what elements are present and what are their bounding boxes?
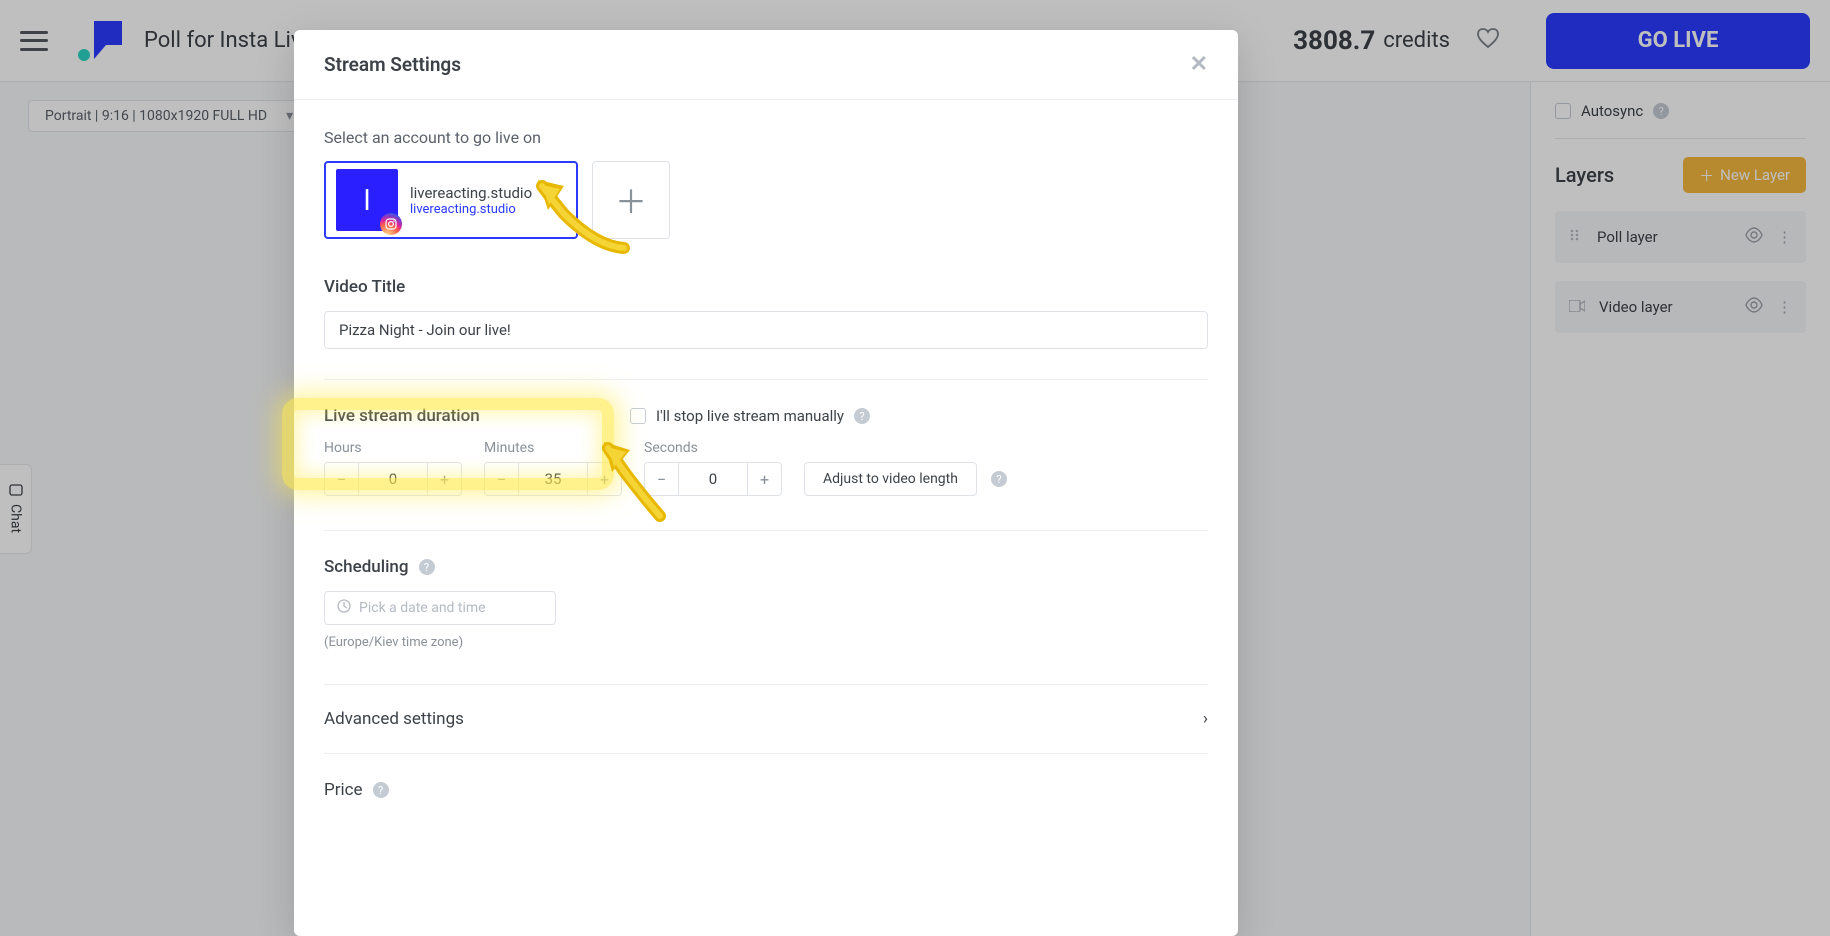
divider [324,379,1208,380]
project-title: Poll for Insta Live [144,28,313,53]
divider [324,530,1208,531]
select-account-label: Select an account to go live on [324,128,1208,147]
credits-value: 3808.7 [1293,26,1375,56]
layer-item-video[interactable]: Video layer ⋮ [1555,281,1806,333]
visibility-icon[interactable] [1745,226,1763,248]
seconds-input[interactable] [679,463,747,495]
minutes-increment[interactable]: + [587,463,621,495]
price-label: Price [324,780,363,800]
stop-manual-label: I'll stop live stream manually [656,407,844,425]
close-icon[interactable]: ✕ [1190,52,1208,77]
layers-heading: Layers [1555,163,1614,187]
date-placeholder: Pick a date and time [359,600,486,616]
help-icon[interactable]: ? [373,782,389,798]
video-title-label: Video Title [324,277,1208,297]
account-avatar: l [336,169,398,231]
adjust-length-button[interactable]: Adjust to video length [804,462,977,496]
layer-name: Video layer [1599,298,1673,316]
add-account-button[interactable]: ＋ [592,161,670,239]
stop-manual-checkbox[interactable] [630,408,646,424]
new-layer-button[interactable]: ＋ New Layer [1683,157,1806,193]
clock-icon [337,599,351,617]
layer-item-poll[interactable]: Poll layer ⋮ [1555,211,1806,263]
app-logo [74,19,126,63]
more-icon[interactable]: ⋮ [1777,228,1792,246]
chat-tab[interactable]: Chat [0,464,32,554]
heart-icon[interactable] [1476,27,1500,55]
avatar-letter: l [364,184,371,217]
layer-name: Poll layer [1597,228,1658,246]
seconds-stepper: − + [644,462,782,496]
visibility-icon[interactable] [1745,296,1763,318]
go-live-button[interactable]: GO LIVE [1546,13,1810,69]
minutes-label: Minutes [484,440,622,456]
autosync-checkbox[interactable] [1555,103,1571,119]
minutes-stepper: − + [484,462,622,496]
help-icon[interactable]: ? [1653,103,1669,119]
account-card[interactable]: l livereacting.studio livereacting.studi… [324,161,578,239]
autosync-row: Autosync ? [1555,102,1806,120]
advanced-settings-row[interactable]: Advanced settings › [324,684,1208,754]
divider [1555,138,1806,139]
date-picker[interactable]: Pick a date and time [324,591,556,625]
drag-icon [1569,228,1583,246]
instagram-badge-icon [380,213,402,235]
menu-icon[interactable] [20,31,48,51]
format-selector[interactable]: Portrait | 9:16 | 1080x1920 FULL HD ▾ [28,100,306,132]
help-icon[interactable]: ? [854,408,870,424]
video-icon [1569,298,1585,316]
chevron-down-icon: ▾ [286,108,293,124]
autosync-label: Autosync [1581,102,1643,120]
hours-decrement[interactable]: − [325,463,359,495]
chevron-down-icon: ⌄ [544,191,557,210]
video-title-input[interactable] [324,311,1208,349]
account-subname: livereacting.studio [410,202,532,217]
modal-title: Stream Settings [324,53,461,76]
hours-input[interactable] [359,463,427,495]
minutes-decrement[interactable]: − [485,463,519,495]
plus-icon: ＋ [1699,165,1714,186]
right-panel: Autosync ? Layers ＋ New Layer Poll layer… [1530,82,1830,936]
more-icon[interactable]: ⋮ [1777,298,1792,316]
hours-increment[interactable]: + [427,463,461,495]
account-name: livereacting.studio [410,184,532,202]
new-layer-label: New Layer [1720,166,1790,184]
credits-display: 3808.7 credits [1293,26,1450,56]
hours-label: Hours [324,440,462,456]
duration-label: Live stream duration [324,406,480,426]
help-icon[interactable]: ? [991,471,1007,487]
credits-label: credits [1383,28,1450,53]
seconds-decrement[interactable]: − [645,463,679,495]
scheduling-label: Scheduling [324,557,409,577]
hours-stepper: − + [324,462,462,496]
minutes-input[interactable] [519,463,587,495]
format-label: Portrait | 9:16 | 1080x1920 FULL HD [45,108,267,124]
chat-label: Chat [8,504,24,533]
timezone-note: (Europe/Kiev time zone) [324,635,1208,650]
help-icon[interactable]: ? [419,559,435,575]
seconds-increment[interactable]: + [747,463,781,495]
stream-settings-modal: Stream Settings ✕ Select an account to g… [294,30,1238,936]
advanced-label: Advanced settings [324,709,464,729]
chevron-right-icon: › [1203,709,1208,729]
seconds-label: Seconds [644,440,782,456]
